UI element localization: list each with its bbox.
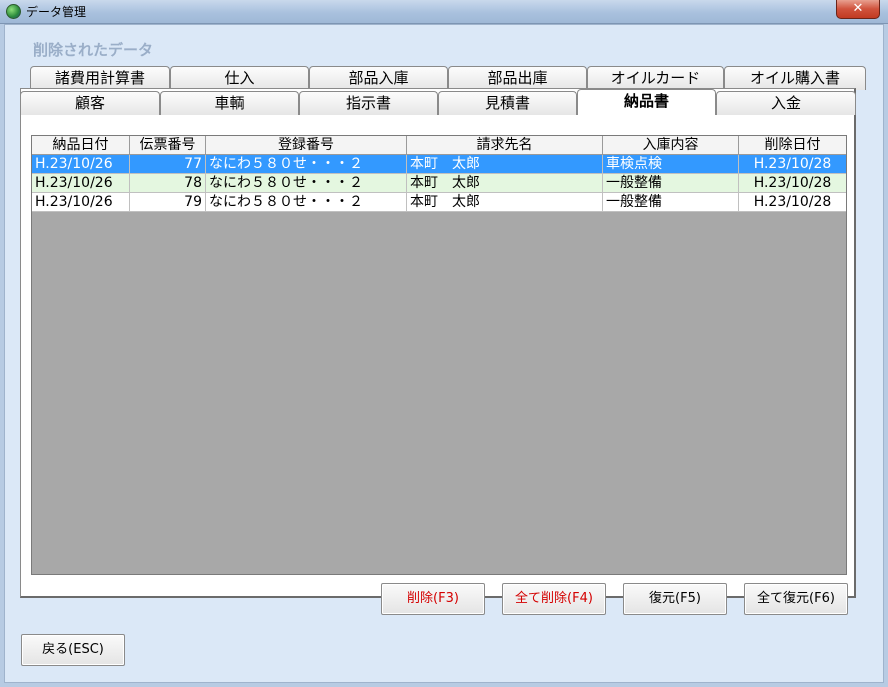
cell-date: H.23/10/26 [32, 193, 130, 211]
tab-shohiyo[interactable]: 諸費用計算書 [30, 66, 170, 90]
column-header[interactable]: 請求先名 [407, 136, 603, 154]
tab-shijisho[interactable]: 指示書 [299, 91, 438, 115]
delete-all-button[interactable]: 全て削除(F4) [502, 583, 606, 615]
cell-slip-no: 77 [130, 155, 206, 173]
tab-buhin-nyuko[interactable]: 部品入庫 [309, 66, 448, 90]
cell-slip-no: 79 [130, 193, 206, 211]
cell-deleted-date: H.23/10/28 [753, 194, 832, 210]
cell-deleted-date: H.23/10/28 [753, 156, 832, 172]
tab-nohinsho[interactable]: 納品書 [577, 89, 716, 115]
tab-shiire[interactable]: 仕入 [170, 66, 309, 90]
tab-kokyaku[interactable]: 顧客 [20, 91, 160, 115]
tab-oil-purchase[interactable]: オイル購入書 [724, 66, 866, 90]
table-row[interactable]: H.23/10/26 79 なにわ５８０せ・・・２ 本町 太郎 一般整備 H.2… [32, 193, 846, 212]
deleted-data-table[interactable]: 納品日付 伝票番号 登録番号 請求先名 入庫内容 削除日付 H.23/10/26… [31, 135, 847, 575]
column-header[interactable]: 納品日付 [32, 136, 130, 154]
delete-button[interactable]: 削除(F3) [381, 583, 485, 615]
app-icon [6, 4, 21, 19]
restore-all-button[interactable]: 全て復元(F6) [744, 583, 848, 615]
column-header[interactable]: 登録番号 [206, 136, 407, 154]
column-header[interactable]: 入庫内容 [603, 136, 739, 154]
cell-slip-no: 78 [130, 174, 206, 192]
group-title: 削除されたデータ [33, 41, 154, 59]
title-bar: データ管理 ✕ [0, 0, 888, 24]
column-header[interactable]: 削除日付 [739, 136, 846, 154]
cell-content: 一般整備 [603, 193, 739, 211]
cell-reg-no: なにわ５８０せ・・・２ [206, 155, 407, 173]
cell-date: H.23/10/26 [32, 174, 130, 192]
cell-customer: 本町 太郎 [407, 155, 603, 173]
table-row[interactable]: H.23/10/26 78 なにわ５８０せ・・・２ 本町 太郎 一般整備 H.2… [32, 174, 846, 193]
cell-content: 車検点検 [603, 155, 739, 173]
cell-reg-no: なにわ５８０せ・・・２ [206, 193, 407, 211]
tab-nyukin[interactable]: 入金 [716, 91, 856, 115]
close-button[interactable]: ✕ [836, 0, 880, 19]
tab-buhin-shukko[interactable]: 部品出庫 [448, 66, 587, 90]
tab-mitsumori[interactable]: 見積書 [438, 91, 577, 115]
restore-button[interactable]: 復元(F5) [623, 583, 727, 615]
cell-reg-no: なにわ５８０せ・・・２ [206, 174, 407, 192]
cell-content: 一般整備 [603, 174, 739, 192]
window-title: データ管理 [26, 5, 87, 19]
cell-deleted-date: H.23/10/28 [753, 175, 832, 191]
cell-customer: 本町 太郎 [407, 174, 603, 192]
table-header: 納品日付 伝票番号 登録番号 請求先名 入庫内容 削除日付 [32, 136, 846, 155]
back-button[interactable]: 戻る(ESC) [21, 634, 125, 666]
tab-sharyo[interactable]: 車輌 [160, 91, 299, 115]
table-row[interactable]: H.23/10/26 77 なにわ５８０せ・・・２ 本町 太郎 車検点検 H.2… [32, 155, 846, 174]
column-header[interactable]: 伝票番号 [130, 136, 206, 154]
cell-date: H.23/10/26 [32, 155, 130, 173]
tab-oil-card[interactable]: オイルカード [587, 66, 724, 90]
cell-customer: 本町 太郎 [407, 193, 603, 211]
